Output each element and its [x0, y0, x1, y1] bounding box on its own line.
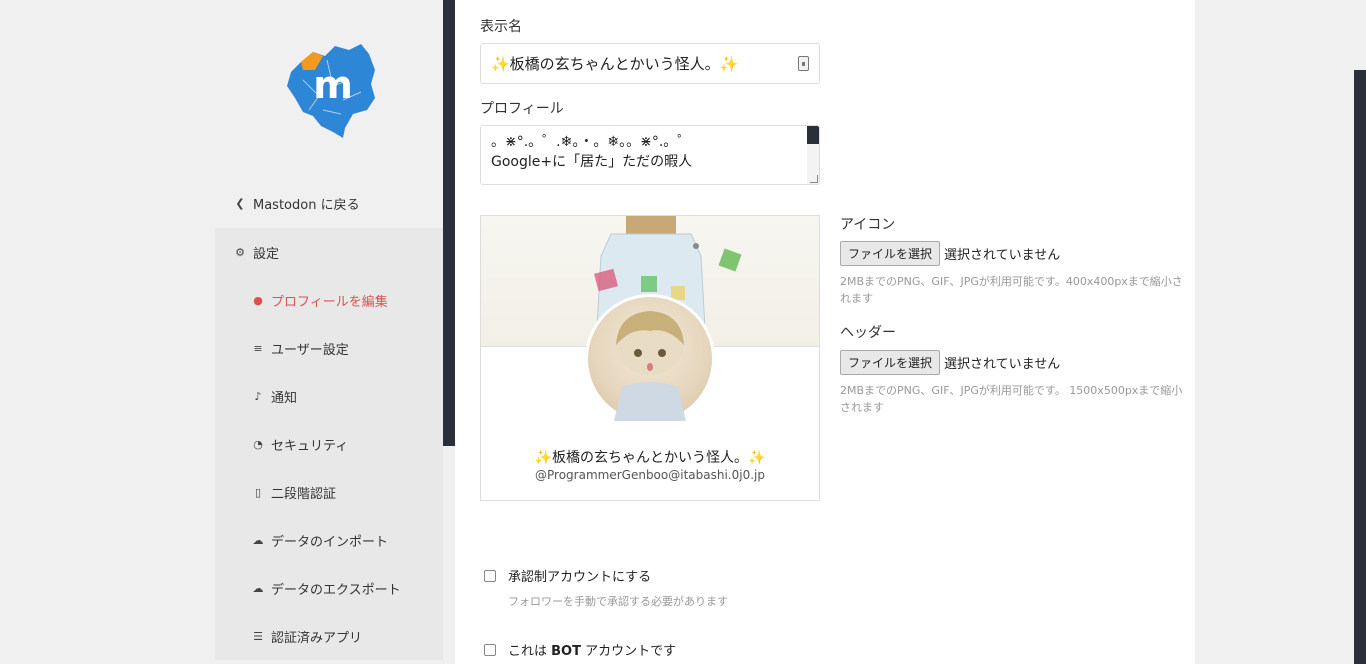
locked-account-row: 承認制アカウントにする	[484, 566, 651, 585]
avatar-illustration	[614, 311, 686, 421]
svg-text:m: m	[313, 63, 353, 107]
locked-account-label[interactable]: 承認制アカウントにする	[508, 566, 651, 585]
display-name-input[interactable]: ✨板橋の玄ちゃんとかいう怪人。✨	[480, 43, 820, 84]
avatar-file-field: ファイルを選択 選択されていません	[840, 241, 1060, 266]
sidebar-item-label: データのインポート	[271, 534, 389, 550]
sidebar-item-two-factor[interactable]: ▯ 二段階認証	[215, 468, 443, 516]
sidebar-item-label: 認証済みアプリ	[271, 630, 363, 646]
page-scrollbar-thumb[interactable]	[1354, 70, 1366, 664]
display-name-label: 表示名	[480, 19, 522, 35]
sidebar-item-edit-profile[interactable]: ● プロフィールを編集	[215, 276, 443, 324]
list-icon: ☰	[253, 629, 263, 643]
bot-account-row: これは BOT アカウントです	[484, 640, 676, 659]
sidebar-item-label: セキュリティ	[271, 438, 349, 454]
locked-account-hint: フォロワーを手動で承認する必要があります	[508, 595, 728, 608]
sidebar-item-label: プロフィールを編集	[271, 294, 388, 310]
settings-label: 設定	[253, 246, 280, 262]
back-to-mastodon-link[interactable]: ❮ Mastodon に戻る	[215, 179, 443, 227]
locked-account-checkbox[interactable]	[484, 569, 496, 582]
sidebar-item-label: データのエクスポート	[271, 582, 401, 598]
back-label: Mastodon に戻る	[253, 197, 360, 213]
sidebar-item-export[interactable]: ☁ データのエクスポート	[215, 564, 443, 612]
avatar-file-status: 選択されていません	[944, 248, 1061, 263]
profile-preview-card: ✨板橋の玄ちゃんとかいう怪人。✨ @ProgrammerGenboo@itaba…	[480, 215, 820, 501]
avatar-label: アイコン	[840, 217, 896, 233]
sidebar-item-notifications[interactable]: ♪ 通知	[215, 372, 443, 420]
bio-scrollbar-thumb[interactable]	[807, 126, 819, 144]
profile-edit-form: 表示名 ✨板橋の玄ちゃんとかいう怪人。✨ プロフィール 。⋇°.。゜.❄。・。❄…	[455, 0, 1195, 664]
bot-account-label[interactable]: これは BOT アカウントです	[508, 640, 676, 659]
sliders-icon: ≡	[253, 341, 263, 355]
bot-account-checkbox[interactable]	[484, 643, 496, 656]
gear-icon: ⚙	[235, 245, 245, 259]
sidebar-item-settings[interactable]: ⚙ 設定	[215, 228, 443, 276]
avatar-hint: 2MBまでのPNG、GIF、JPGが利用可能です。400x400pxまで縮小され…	[840, 275, 1183, 305]
preview-avatar	[585, 294, 715, 424]
sidebar-item-import[interactable]: ☁ データのインポート	[215, 516, 443, 564]
preview-handle: @ProgrammerGenboo@itabashi.0j0.jp	[535, 468, 765, 482]
instance-logo[interactable]: m	[283, 40, 379, 140]
resize-handle-icon[interactable]	[810, 175, 818, 183]
preview-display-name: ✨板橋の玄ちゃんとかいう怪人。✨	[534, 450, 766, 466]
sidebar-item-preferences[interactable]: ≡ ユーザー設定	[215, 324, 443, 372]
dark-panel-strip	[443, 0, 455, 446]
cloud-download-icon: ☁	[252, 581, 264, 595]
header-choose-file-button[interactable]: ファイルを選択	[840, 350, 941, 375]
bot-label-prefix: これは	[508, 644, 552, 659]
header-label: ヘッダー	[840, 325, 896, 341]
sidebar: m ❮ Mastodon に戻る ⚙ 設定 ● プロフィールを編集 ≡ ユーザー…	[215, 0, 443, 664]
header-file-status: 選択されていません	[944, 357, 1061, 372]
user-icon: ●	[253, 293, 263, 307]
sidebar-item-label: 通知	[271, 390, 298, 406]
page-scrollbar[interactable]	[1354, 0, 1366, 664]
avatar-choose-file-button[interactable]: ファイルを選択	[840, 241, 941, 266]
sidebar-item-label: ユーザー設定	[271, 342, 349, 358]
bio-label: プロフィール	[480, 101, 564, 117]
cloud-upload-icon: ☁	[252, 533, 264, 547]
sidebar-item-label: 二段階認証	[271, 486, 337, 502]
sidebar-item-security[interactable]: ◔ セキュリティ	[215, 420, 443, 468]
bio-line: 。⋇°.。゜.❄。・。❄。。⋇°.。゜	[491, 134, 692, 150]
chevron-left-icon: ❮	[235, 196, 245, 210]
bio-line: Google+に「居た」ただの暇人	[491, 154, 693, 170]
password-manager-icon[interactable]	[798, 56, 809, 71]
bio-textarea[interactable]: 。⋇°.。゜.❄。・。❄。。⋇°.。゜ Google+に「居た」ただの暇人	[480, 125, 820, 185]
sidebar-item-authorized-apps[interactable]: ☰ 認証済みアプリ	[215, 612, 443, 660]
header-file-field: ファイルを選択 選択されていません	[840, 350, 1060, 375]
header-hint: 2MBまでのPNG、GIF、JPGが利用可能です。 1500x500pxまで縮小…	[840, 384, 1183, 414]
lock-icon: ◔	[253, 437, 263, 451]
bell-icon: ♪	[254, 389, 262, 403]
display-name-value: ✨板橋の玄ちゃんとかいう怪人。✨	[491, 55, 739, 73]
bot-label-bold: BOT	[551, 644, 581, 659]
bot-label-suffix: アカウントです	[580, 644, 677, 659]
mobile-icon: ▯	[254, 485, 262, 499]
